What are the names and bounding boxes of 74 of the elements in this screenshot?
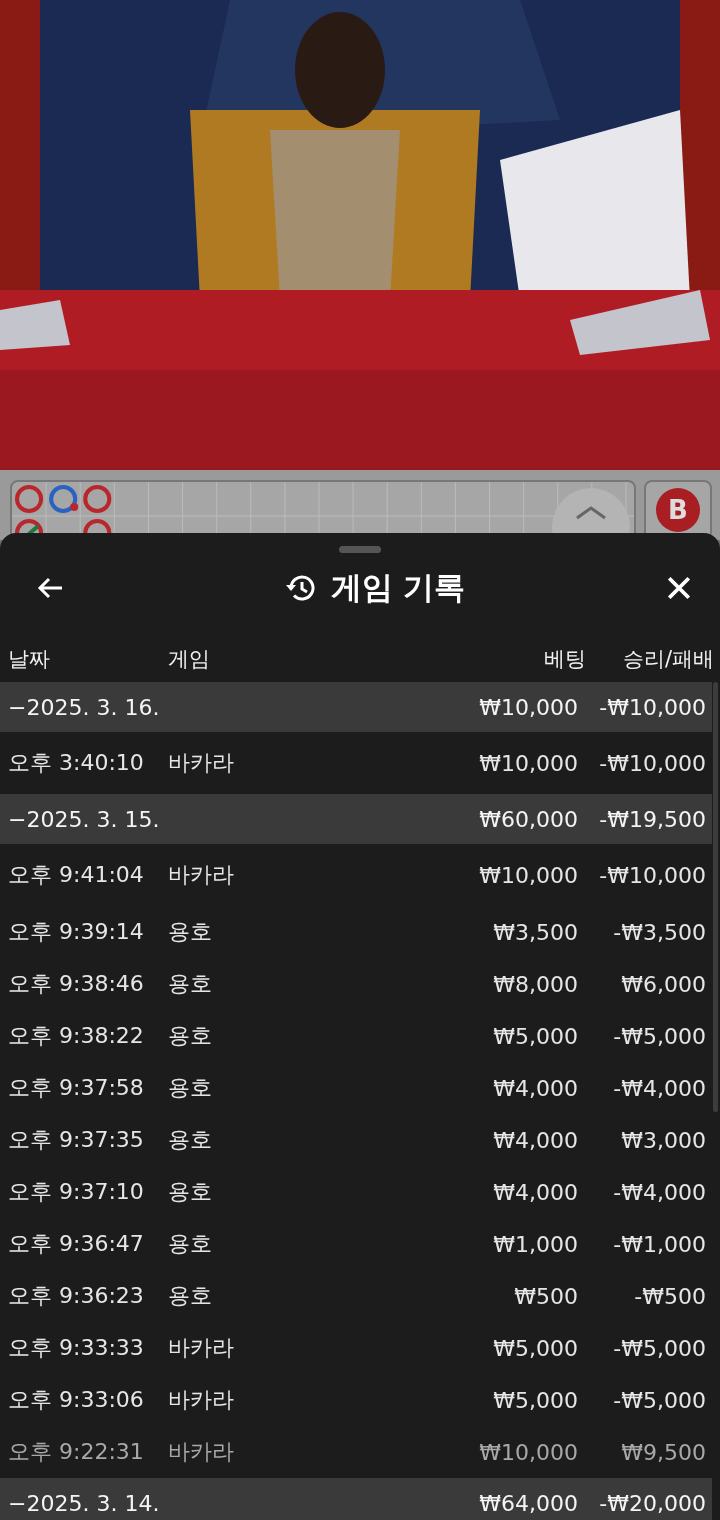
table-cell-text: ₩5,000 [492,1023,578,1049]
table-cell-text: 용호 [168,1074,213,1102]
table-cell-text: -₩1,000 [612,1231,706,1257]
table-cell-text: 용호 [168,1282,213,1310]
table-cell-text: -₩10,000 [598,862,706,888]
table-cell-text: 오후 9:38:22 [8,1022,145,1050]
scrollbar[interactable] [713,682,718,1112]
table-cell-text: ₩8,000 [492,971,578,997]
table-cell-text: 바카라 [168,1334,235,1362]
table-cell-text: 오후 9:36:47 [8,1230,145,1258]
table-cell-text: 오후 9:37:58 [8,1074,145,1102]
group-result: -₩10,000 [598,694,706,720]
table-cell-text: ₩10,000 [478,1439,578,1465]
column-header: 게임 [168,646,211,673]
table-cell-text: ₩5,000 [492,1387,578,1413]
table-cell-text: 바카라 [168,1386,235,1414]
table-cell-text: 오후 9:41:04 [8,861,145,889]
table-cell-text: 오후 9:33:06 [8,1386,145,1414]
table-cell-text: 오후 9:33:33 [8,1334,145,1362]
table-cell-text: -₩10,000 [598,750,706,776]
table-cell-text: -₩4,000 [612,1075,706,1101]
table-cell-text: ₩500 [513,1283,578,1309]
table-cell-text: -₩3,500 [612,919,706,945]
table-cell-text: 용호 [168,918,213,946]
table-cell-text: 오후 3:40:10 [8,749,145,777]
table-cell-text: 오후 9:38:46 [8,970,145,998]
table-cell-text: -₩500 [633,1283,706,1309]
table-cell-text: ₩9,500 [620,1439,706,1465]
group-bet: ₩60,000 [478,806,578,832]
table-cell-text: 용호 [168,970,213,998]
table-cell-text: ₩3,500 [492,919,578,945]
group-result: -₩20,000 [598,1490,706,1516]
group-date: −2025. 3. 14. [8,1490,161,1516]
table-cell-text: 용호 [168,1230,213,1258]
table-cell-text: ₩4,000 [492,1179,578,1205]
group-bet: ₩64,000 [478,1490,578,1516]
column-header: 베팅 [543,646,586,673]
date-group-row[interactable]: −2025. 3. 15. ₩60,000 -₩19,500 [0,794,712,844]
table-cell-text: 오후 9:39:14 [8,918,145,946]
back-arrow-icon [36,576,64,600]
table-cell-text: -₩5,000 [612,1387,706,1413]
table-cell-text: 오후 9:37:10 [8,1178,145,1206]
table-cell-text: -₩4,000 [612,1179,706,1205]
table-cell-text: 용호 [168,1022,213,1050]
table-cell-text: 오후 9:36:23 [8,1282,145,1310]
close-icon [666,575,692,601]
table-cell-text: 오후 9:22:31 [8,1438,145,1466]
group-result: -₩19,500 [598,806,706,832]
table-cell-text: ₩4,000 [492,1075,578,1101]
group-date: −2025. 3. 16. [8,694,161,720]
table-cell-text: 바카라 [168,1438,235,1466]
drag-handle[interactable] [339,546,381,553]
table-cell-text: ₩3,000 [620,1127,706,1153]
table-cell-text: -₩5,000 [612,1023,706,1049]
table-cell-text: ₩1,000 [492,1231,578,1257]
date-group-row[interactable]: −2025. 3. 14. ₩64,000 -₩20,000 [0,1478,712,1520]
column-header: 날짜 [8,646,51,673]
group-bet: ₩10,000 [478,694,578,720]
table-cell-text: 용호 [168,1126,213,1154]
table-cell-text: 바카라 [168,861,235,889]
table-cell-text: 용호 [168,1178,213,1206]
banker-badge: B [656,488,700,532]
table-cell-text: ₩10,000 [478,750,578,776]
table-cell-text: ₩4,000 [492,1127,578,1153]
table-cell-text: ₩10,000 [478,862,578,888]
table-cell-text: 바카라 [168,749,235,777]
column-header: 승리/패배 [621,646,714,673]
table-cell-text: ₩5,000 [492,1335,578,1361]
date-group-row[interactable]: −2025. 3. 16. ₩10,000 -₩10,000 [0,682,712,732]
table-cell-text: ₩6,000 [620,971,706,997]
table-cell-text: 오후 9:37:35 [8,1126,145,1154]
sheet-title: 게임 기록 [330,568,466,607]
group-date: −2025. 3. 15. [8,806,161,832]
table-cell-text: -₩5,000 [612,1335,706,1361]
